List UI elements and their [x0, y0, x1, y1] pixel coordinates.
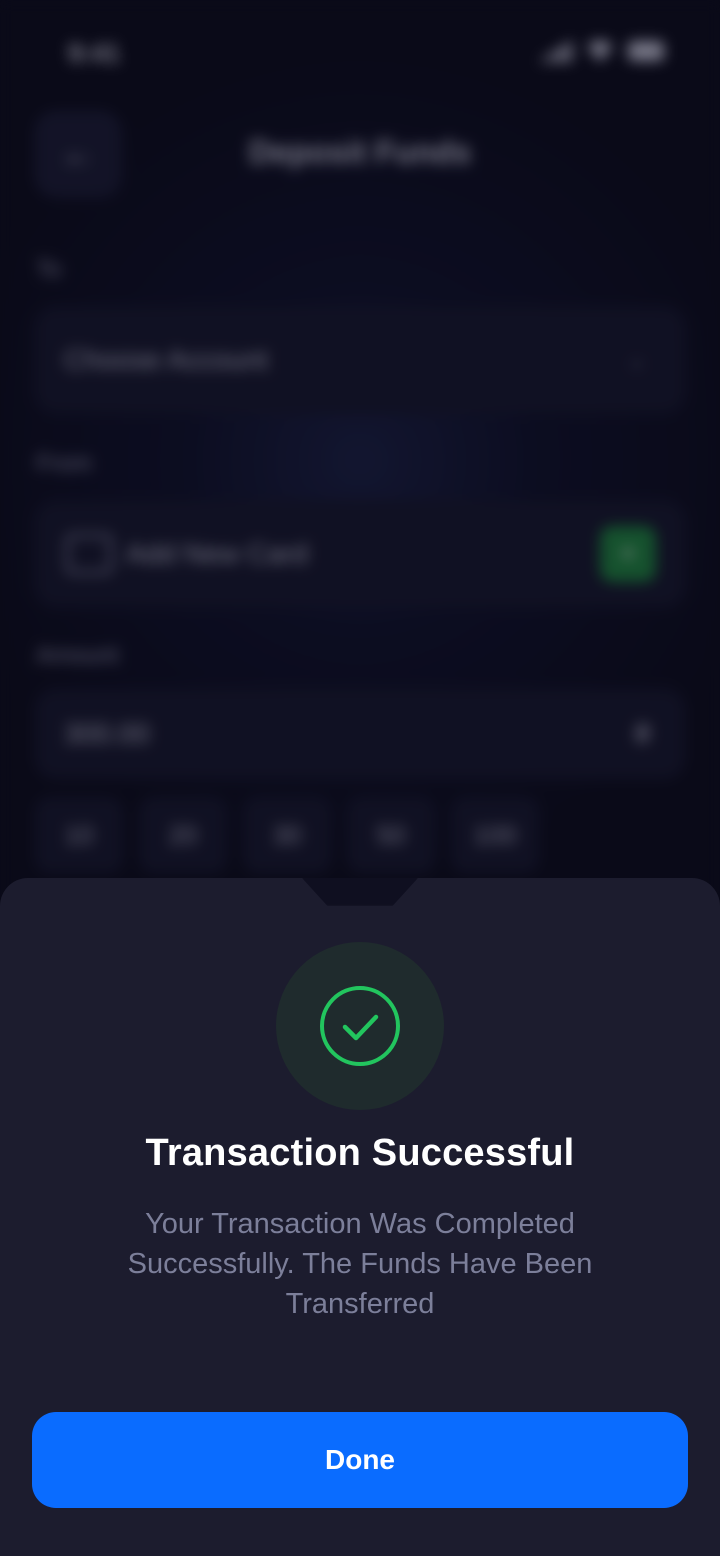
status-bar: 9:41: [0, 24, 720, 80]
chevron-down-icon: ⌄: [627, 347, 646, 372]
card-select-label: Add New Card: [126, 538, 309, 569]
wifi-icon: [586, 40, 614, 62]
done-button[interactable]: Done: [32, 1412, 688, 1508]
card-select[interactable]: Add New Card +: [34, 500, 686, 608]
success-badge: [276, 942, 444, 1110]
to-label: To: [36, 256, 62, 283]
quick-amount-chip[interactable]: 50: [346, 796, 436, 874]
quick-amount-chip[interactable]: 30: [242, 796, 332, 874]
quick-amount-chip[interactable]: 10: [34, 796, 124, 874]
quick-amount-chip[interactable]: 20: [138, 796, 228, 874]
card-icon: [66, 534, 112, 574]
signal-icon: [538, 40, 572, 62]
quick-amount-chip[interactable]: 100: [450, 796, 540, 874]
page-title: Deposit Funds: [248, 134, 472, 170]
add-card-button[interactable]: +: [600, 526, 656, 582]
amount-value: 300.00: [64, 718, 150, 749]
account-select-placeholder: Choose Account: [64, 344, 268, 375]
status-icons: [538, 40, 664, 62]
quick-amounts: 10 20 30 50 100: [34, 796, 540, 874]
amount-input[interactable]: 300.00 ₴: [34, 688, 686, 780]
check-circle-icon: [320, 986, 400, 1066]
success-message: Your Transaction Was Completed Successfu…: [127, 1208, 593, 1320]
battery-icon: [628, 41, 664, 61]
status-time: 9:41: [68, 38, 121, 68]
from-label: From: [36, 450, 92, 477]
success-title: Transaction Successful: [145, 1132, 575, 1174]
currency-symbol: ₴: [635, 718, 650, 749]
screen: 9:41 ← Deposit Funds To Choose Account ⌄…: [0, 0, 720, 1556]
amount-label: Amount: [36, 642, 119, 669]
account-select[interactable]: Choose Account ⌄: [34, 306, 686, 414]
